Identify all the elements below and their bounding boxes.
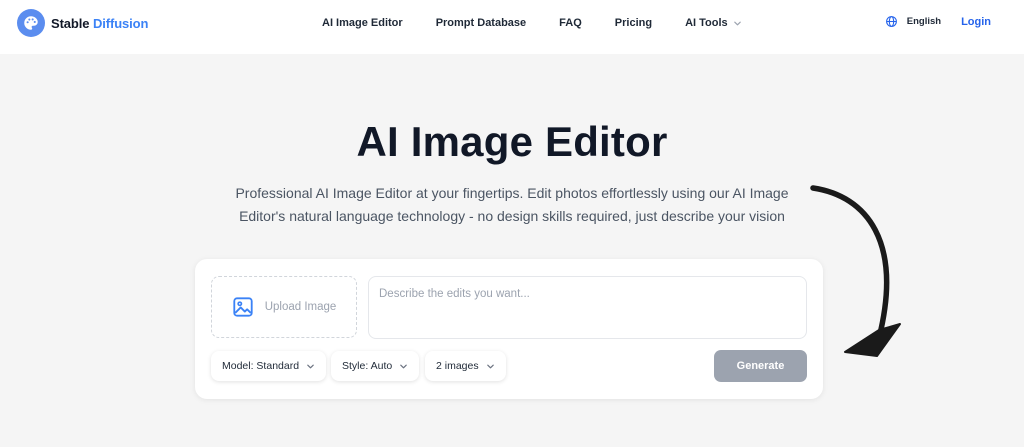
image-count-value: 2 images: [436, 360, 479, 372]
nav-pricing[interactable]: Pricing: [615, 17, 652, 29]
image-editor-card: Upload Image Model: Standard Style: Auto…: [195, 259, 823, 399]
page-subtitle: Professional AI Image Editor at your fin…: [200, 182, 824, 228]
nav-right: English Login: [885, 15, 991, 28]
language-selector[interactable]: English: [885, 15, 941, 28]
subtitle-line-2: Editor's natural language technology - n…: [239, 208, 785, 224]
top-navbar: Stable Diffusion AI Image Editor Prompt …: [0, 0, 1024, 54]
nav-prompt-database[interactable]: Prompt Database: [436, 17, 526, 29]
image-count-select[interactable]: 2 images: [425, 351, 506, 381]
upload-image-label: Upload Image: [264, 301, 337, 313]
model-select[interactable]: Model: Standard: [211, 351, 327, 381]
main-nav: AI Image Editor Prompt Database FAQ Pric…: [322, 17, 742, 29]
nav-ai-tools-dropdown[interactable]: AI Tools: [685, 17, 742, 29]
language-label: English: [906, 16, 942, 27]
page-title: AI Image Editor: [356, 118, 668, 165]
chevron-down-icon: [733, 21, 741, 25]
style-select[interactable]: Style: Auto: [331, 351, 420, 381]
nav-faq[interactable]: FAQ: [559, 17, 582, 29]
palette-icon: [17, 9, 45, 37]
nav-ai-image-editor[interactable]: AI Image Editor: [322, 17, 403, 29]
brand-name: Stable Diffusion: [51, 15, 149, 31]
upload-image-button[interactable]: Upload Image: [211, 276, 357, 338]
generate-button[interactable]: Generate: [714, 350, 807, 382]
globe-icon: [885, 16, 897, 27]
style-select-value: Style: Auto: [342, 360, 393, 372]
subtitle-line-1: Professional AI Image Editor at your fin…: [235, 185, 789, 201]
model-select-value: Model: Standard: [222, 360, 300, 372]
chevron-down-icon: [307, 364, 314, 368]
chevron-down-icon: [400, 364, 407, 368]
login-link[interactable]: Login: [961, 16, 991, 28]
image-icon: [233, 297, 253, 317]
nav-ai-tools-label: AI Tools: [685, 17, 728, 29]
chevron-down-icon: [486, 364, 494, 368]
edit-prompt-input[interactable]: [368, 276, 807, 339]
brand-logo-link[interactable]: Stable Diffusion: [17, 9, 148, 37]
